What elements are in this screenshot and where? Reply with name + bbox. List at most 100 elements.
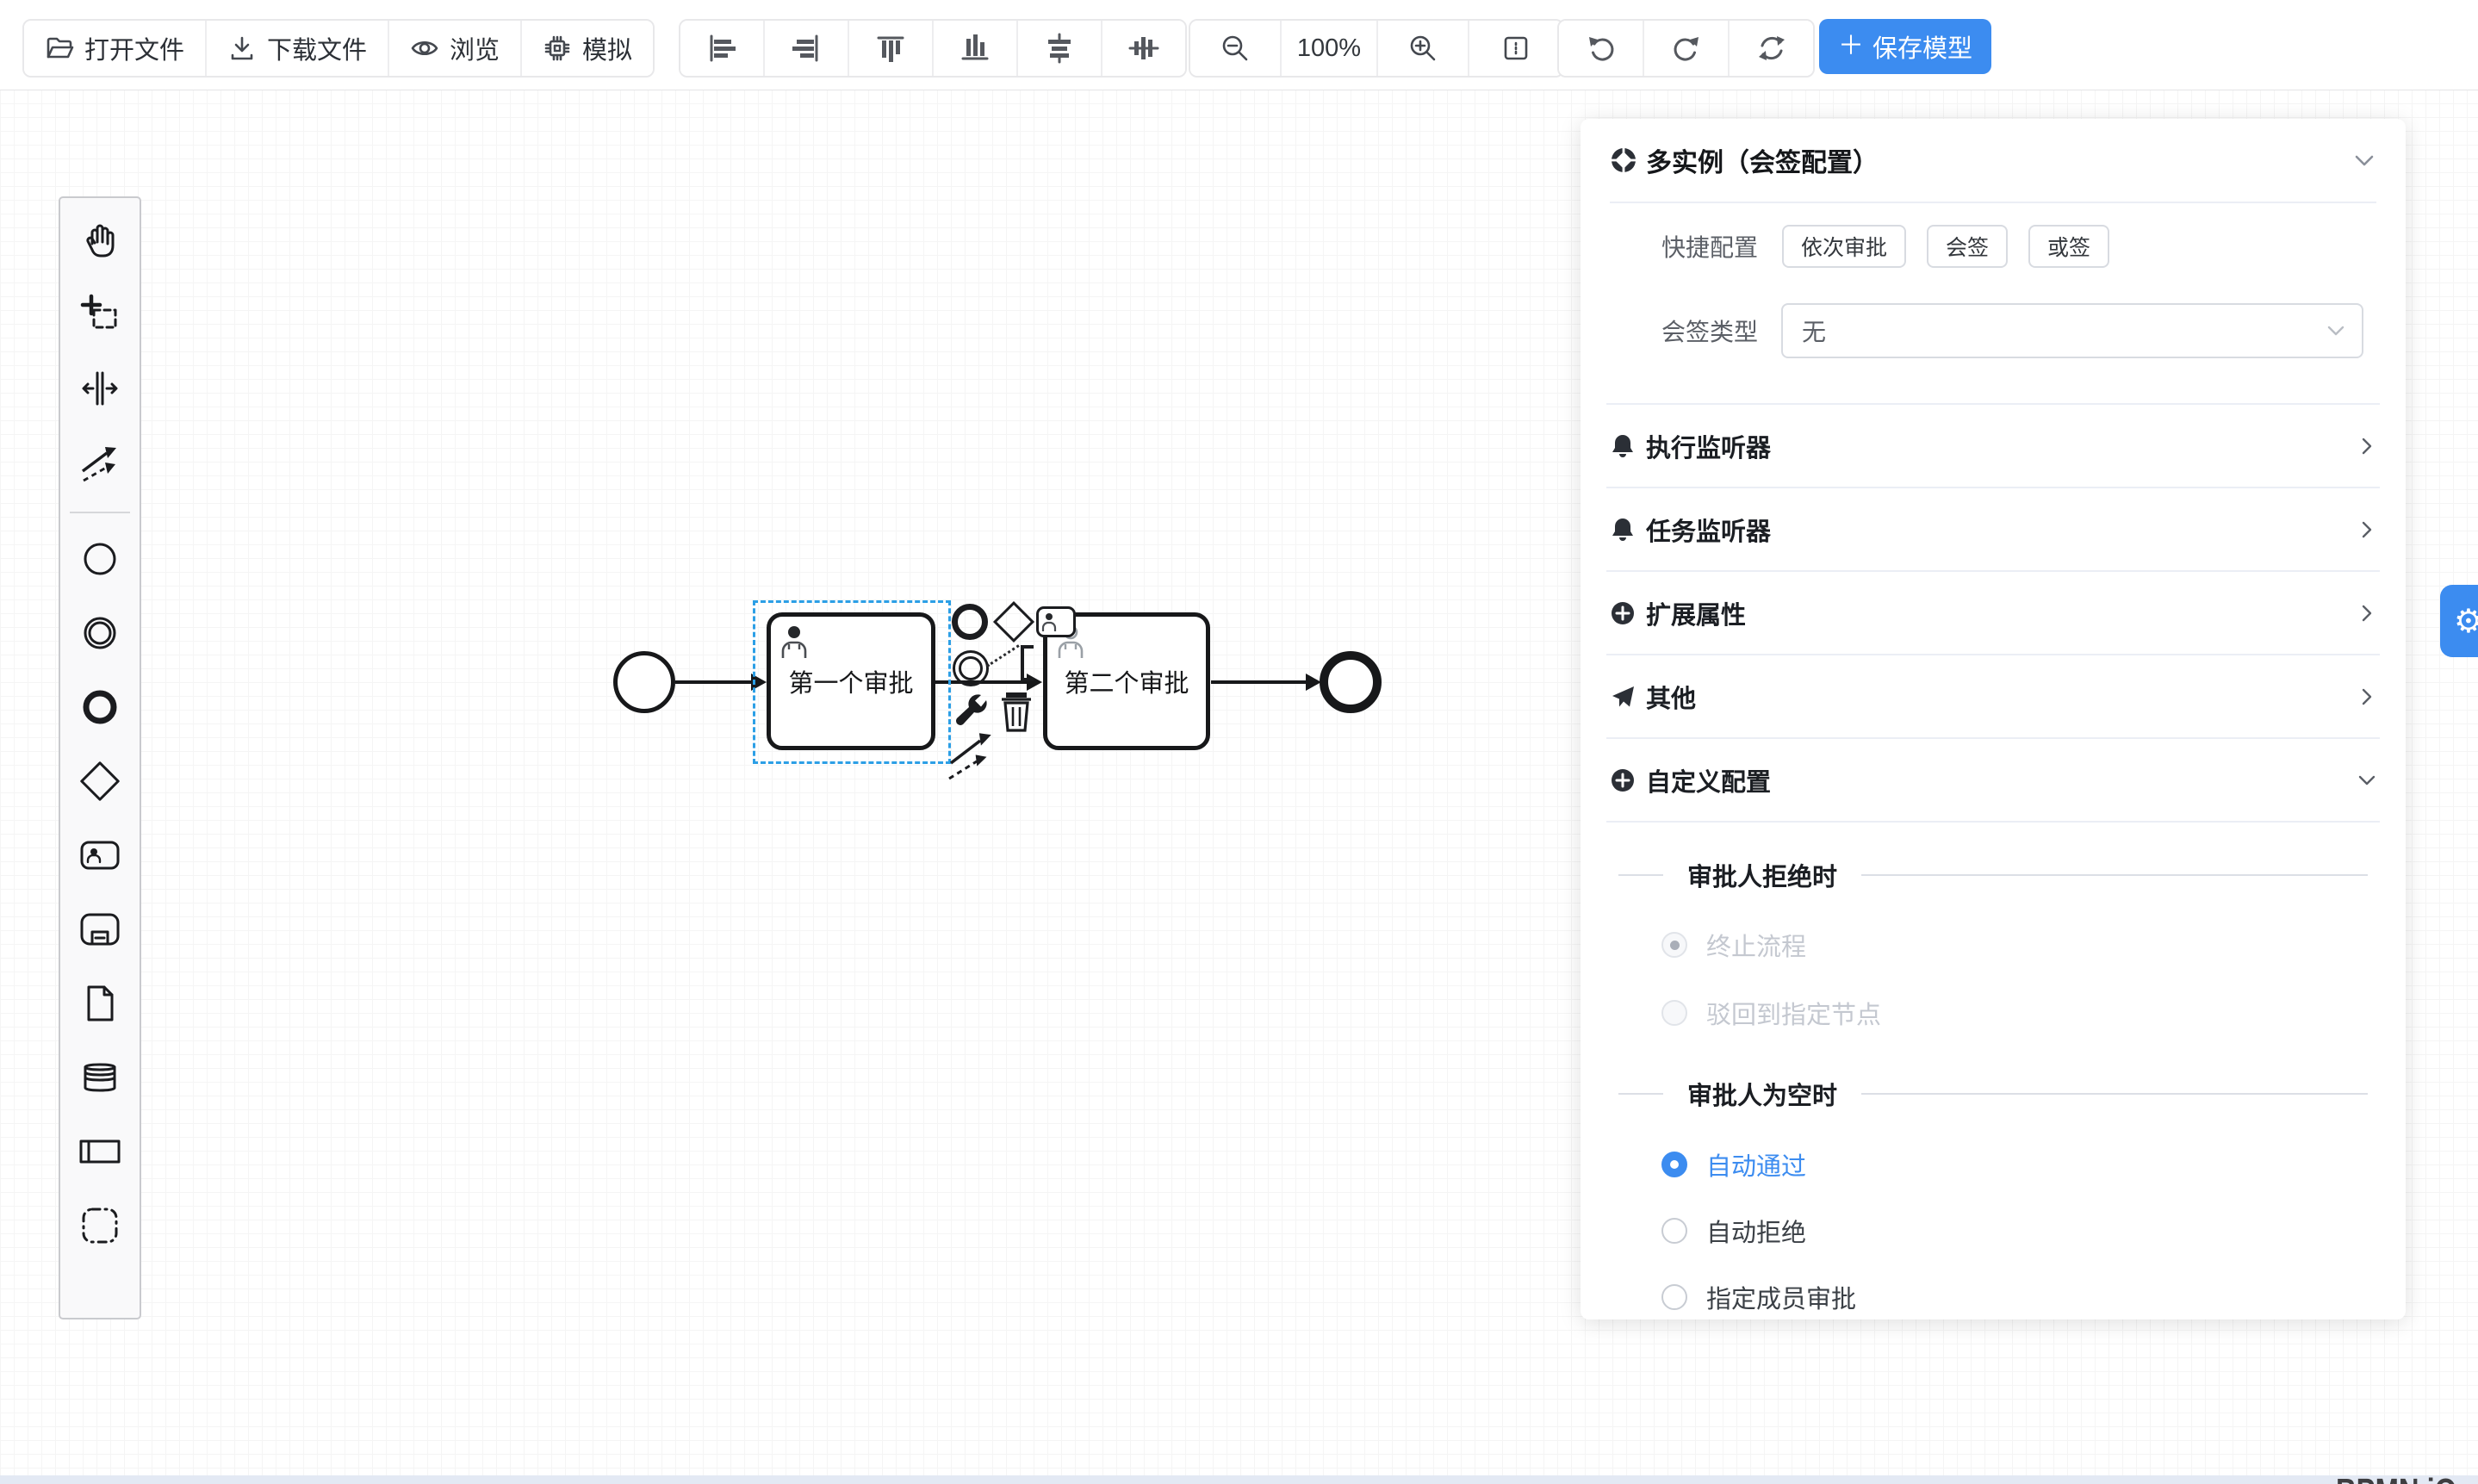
data-store-icon (79, 1057, 121, 1098)
open-file-button[interactable]: 打开文件 (24, 21, 207, 76)
section-execution-listener[interactable]: 执行监听器 (1606, 405, 2380, 488)
section-extended-properties[interactable]: 扩展属性 (1606, 572, 2380, 655)
preview-button[interactable]: 浏览 (389, 21, 522, 76)
trash-icon[interactable] (997, 687, 1035, 736)
section-label: 自定义配置 (1646, 762, 2347, 798)
group-icon (79, 1205, 121, 1246)
radio-label: 自动通过 (1706, 1146, 1806, 1183)
quick-config-options: 依次审批 会签 或签 (1782, 225, 2109, 268)
save-model-button[interactable]: ＋ 保存模型 (1819, 19, 1991, 74)
download-icon (227, 34, 257, 63)
section-label: 执行监听器 (1646, 428, 2347, 464)
section-other[interactable]: 其他 (1606, 655, 2380, 739)
text-annotation-icon[interactable] (1021, 645, 1034, 681)
start-event[interactable] (613, 651, 675, 713)
section-custom-config[interactable]: 自定义配置 (1606, 739, 2380, 823)
radio-auto-reject[interactable]: 自动拒绝 (1661, 1210, 1806, 1251)
empty-approver-divider: 审批人为空时 (1618, 1074, 2368, 1114)
hand-tool[interactable] (73, 214, 127, 267)
radio-return-to-node[interactable]: 驳回到指定节点 (1661, 992, 1881, 1034)
fit-viewport-button[interactable] (1469, 21, 1562, 76)
refresh-button[interactable] (1730, 21, 1813, 76)
create-subprocess[interactable] (73, 903, 127, 956)
sequence-flow-3[interactable] (1211, 680, 1307, 684)
radio-icon (1661, 1152, 1687, 1177)
download-file-button[interactable]: 下载文件 (207, 21, 389, 76)
top-toolbar: 打开文件 下载文件 浏览 (0, 0, 2478, 90)
user-icon (1039, 609, 1073, 635)
space-tool[interactable] (73, 362, 127, 415)
refresh-icon (1756, 33, 1787, 64)
bell-icon (1610, 433, 1636, 459)
create-group[interactable] (73, 1199, 127, 1252)
zoom-level[interactable]: 100% (1282, 21, 1378, 76)
global-connect-tool[interactable] (73, 436, 127, 489)
align-left-button[interactable] (680, 21, 765, 76)
zoom-out-button[interactable] (1190, 21, 1282, 76)
quick-option-sequential-button[interactable]: 依次审批 (1782, 225, 1906, 268)
radio-auto-pass[interactable]: 自动通过 (1661, 1144, 1806, 1185)
append-user-task-icon[interactable] (1036, 606, 1076, 637)
section-task-listener[interactable]: 任务监听器 (1606, 488, 2380, 572)
quick-option-countersign-button[interactable]: 会签 (1927, 225, 2008, 268)
sequence-flow-1[interactable] (675, 680, 753, 684)
connect-icon (79, 442, 121, 483)
fit-viewport-icon (1500, 33, 1531, 64)
logo-text: BPMN.iO (2336, 1471, 2456, 1484)
create-gateway[interactable] (73, 754, 127, 808)
select-value: 无 (1783, 314, 2326, 348)
align-right-button[interactable] (765, 21, 849, 76)
undo-button[interactable] (1559, 21, 1644, 76)
radio-label: 指定成员审批 (1706, 1279, 1856, 1315)
divider-line (1618, 1093, 1663, 1095)
align-middle-button[interactable] (1102, 21, 1185, 76)
chevron-right-icon (2357, 604, 2376, 623)
panel-toggle-tab[interactable]: ⚙ (2440, 585, 2478, 657)
panel-header[interactable]: 多实例（会签配置） (1610, 119, 2376, 203)
user-task-1[interactable]: 第一个审批 (767, 612, 935, 750)
create-user-task[interactable] (73, 829, 127, 882)
align-bottom-button[interactable] (934, 21, 1018, 76)
radio-terminate-process[interactable]: 终止流程 (1661, 924, 1806, 966)
bpmn-io-logo[interactable]: BPMN.iO (2336, 1471, 2478, 1484)
create-end-event[interactable] (73, 680, 127, 734)
radio-assign-member[interactable]: 指定成员审批 (1661, 1276, 1856, 1318)
connect-tool-icon[interactable] (946, 727, 1001, 782)
quick-config-label: 快捷配置 (1661, 229, 1763, 264)
align-right-icon (791, 33, 822, 64)
quick-option-orsign-button[interactable]: 或签 (2028, 225, 2109, 268)
align-left-icon (706, 33, 737, 64)
create-data-store[interactable] (73, 1051, 127, 1104)
empty-divider-title: 审批人为空时 (1687, 1076, 1837, 1112)
preview-label: 浏览 (450, 30, 500, 66)
create-start-event[interactable] (73, 532, 127, 586)
end-event[interactable] (1320, 651, 1382, 713)
simulate-button[interactable]: 模拟 (522, 21, 653, 76)
create-intermediate-event[interactable] (73, 606, 127, 660)
divider-line (1861, 874, 2368, 876)
align-top-button[interactable] (849, 21, 934, 76)
append-intermediate-event-icon[interactable] (953, 650, 989, 686)
gear-icon: ⚙ (2454, 602, 2478, 641)
save-model-label: 保存模型 (1872, 28, 1972, 65)
zoom-level-value: 100% (1297, 34, 1361, 63)
create-data-object[interactable] (73, 977, 127, 1030)
countersign-type-select[interactable]: 无 (1781, 303, 2363, 358)
plus-circle-icon (1610, 600, 1636, 626)
chevron-down-icon (2326, 320, 2346, 341)
end-event-icon (79, 686, 121, 728)
append-end-event-icon[interactable] (952, 604, 988, 640)
palette-divider (70, 512, 130, 513)
align-bottom-icon (960, 33, 991, 64)
multi-instance-icon (1610, 146, 1637, 174)
lasso-tool[interactable] (73, 288, 127, 341)
append-gateway-icon[interactable] (993, 601, 1034, 643)
plus-circle-icon (1610, 767, 1636, 793)
create-participant[interactable] (73, 1125, 127, 1178)
folder-open-icon (45, 34, 74, 63)
zoom-in-button[interactable] (1378, 21, 1469, 76)
redo-button[interactable] (1644, 21, 1730, 76)
divider-line (1861, 1093, 2368, 1095)
reject-divider-title: 审批人拒绝时 (1687, 857, 1837, 893)
align-center-button[interactable] (1018, 21, 1102, 76)
